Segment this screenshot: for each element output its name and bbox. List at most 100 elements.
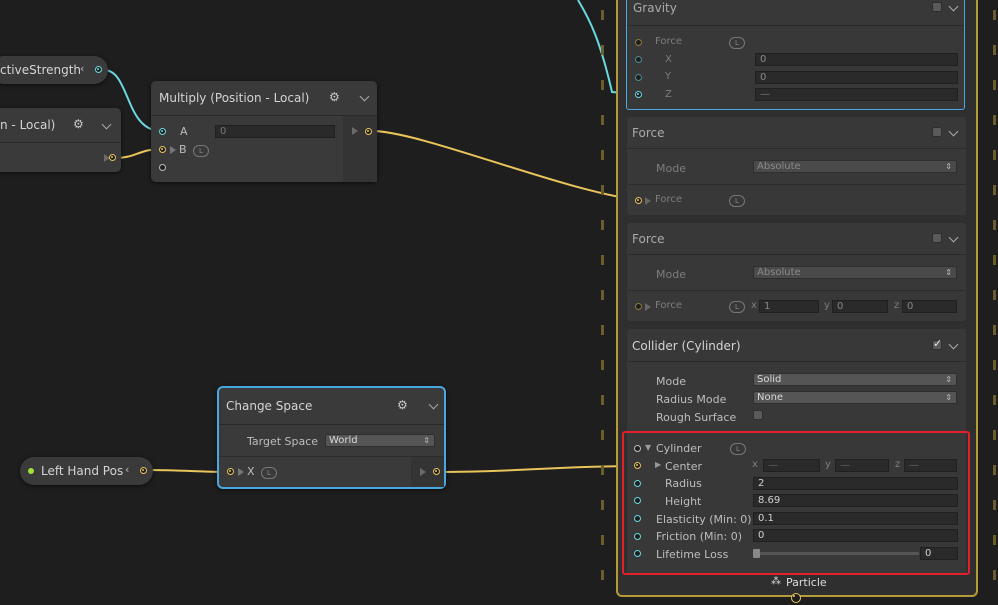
input-port-force[interactable] [635, 303, 642, 310]
change-space-node[interactable]: Change Space ⚙ Target Space World ⇕ X L [217, 386, 446, 489]
y-field[interactable]: 0 [832, 300, 888, 313]
elasticity-label: Elasticity (Min: 0) [656, 513, 752, 526]
gravity-block[interactable]: Gravity Force L X 0 Y 0 Z — [626, 0, 965, 110]
mode-dropdown[interactable]: Absolute ⇕ [753, 160, 957, 173]
z-field[interactable]: 0 [902, 300, 957, 313]
force-block-2[interactable]: Force Mode Absolute ⇕ Force L x 1 y 0 z … [627, 223, 966, 321]
height-field[interactable]: 8.69 [753, 494, 958, 507]
local-space-badge[interactable]: L [193, 145, 209, 157]
gear-icon[interactable]: ⚙ [329, 90, 340, 104]
mode-label: Mode [656, 268, 686, 281]
target-space-label: Target Space [247, 435, 319, 448]
radius-label: Radius [665, 477, 702, 490]
input-port-force[interactable] [635, 39, 642, 46]
position-local-node[interactable]: n - Local) ⚙ [0, 108, 121, 172]
enable-checkbox-checked[interactable]: ✓ [932, 337, 943, 350]
rough-surface-checkbox[interactable] [753, 410, 763, 420]
z-label: Z [665, 89, 672, 100]
collapse-arrow-icon[interactable]: ▼ [645, 443, 651, 452]
input-port-center[interactable] [634, 462, 641, 469]
local-space-badge[interactable]: L [729, 301, 745, 313]
center-z-label: z [895, 459, 901, 470]
expand-arrow-icon[interactable] [645, 303, 651, 311]
chevron-left-icon[interactable]: ‹ [80, 62, 84, 75]
input-port-force[interactable] [635, 197, 642, 204]
center-x-field[interactable]: — [763, 459, 820, 472]
y-label: Y [665, 71, 672, 82]
lifetime-loss-slider-track[interactable] [753, 552, 919, 555]
input-port-cylinder[interactable] [634, 445, 641, 452]
expand-arrow-icon[interactable] [352, 127, 358, 135]
input-port-a[interactable] [159, 128, 166, 135]
gear-icon[interactable]: ⚙ [397, 398, 408, 412]
x-field[interactable]: 1 [759, 300, 819, 313]
output-port[interactable] [365, 128, 372, 135]
x-label: X [665, 54, 672, 65]
x-label: x [751, 300, 757, 311]
input-port-height[interactable] [634, 497, 641, 504]
chevron-left-icon[interactable]: ‹ [125, 463, 129, 476]
output-port[interactable] [109, 154, 116, 161]
y-field[interactable]: 0 [755, 71, 958, 84]
input-x-label: X [247, 465, 255, 478]
local-space-badge[interactable]: L [729, 195, 745, 207]
expand-arrow-icon[interactable] [170, 146, 176, 154]
reactive-strength-node[interactable]: ctiveStrength ‹ [0, 56, 108, 84]
mode-dropdown[interactable]: Absolute ⇕ [753, 266, 957, 279]
checkmark-icon: ✓ [933, 337, 943, 350]
height-label: Height [665, 495, 702, 508]
input-a-field[interactable]: 0 [215, 125, 335, 138]
input-port-elasticity[interactable] [634, 515, 641, 522]
output-port[interactable] [140, 467, 147, 474]
mode-dropdown[interactable]: Solid ⇕ [753, 373, 957, 386]
left-hand-pos-node[interactable]: Left Hand Pos ‹ [20, 457, 153, 485]
local-space-badge[interactable]: L [730, 443, 746, 455]
particle-icon: ⁂ [771, 576, 781, 587]
elasticity-field[interactable]: 0.1 [753, 512, 958, 525]
radius-mode-dropdown[interactable]: None ⇕ [753, 391, 957, 404]
local-space-badge[interactable]: L [261, 467, 277, 479]
output-port[interactable] [433, 468, 440, 475]
force-label: Force [655, 194, 683, 205]
force-label: Force [655, 36, 683, 47]
enable-checkbox[interactable] [932, 127, 942, 137]
input-port-y[interactable] [635, 74, 642, 81]
input-b-label: B [179, 143, 187, 156]
input-port-b[interactable] [159, 146, 166, 153]
lifetime-loss-field[interactable]: 0 [920, 547, 958, 560]
input-port-x[interactable] [227, 468, 234, 475]
center-label: Center [665, 460, 703, 473]
x-field[interactable]: 0 [755, 53, 958, 66]
input-port-lifetime-loss[interactable] [634, 550, 641, 557]
enable-checkbox[interactable] [932, 233, 942, 243]
node-title: Left Hand Pos [41, 464, 124, 478]
center-z-field[interactable]: — [904, 459, 957, 472]
gear-icon[interactable]: ⚙ [73, 117, 84, 131]
block-title: Force [632, 126, 665, 140]
local-space-badge[interactable]: L [729, 37, 745, 49]
expand-arrow-icon[interactable]: ▶ [655, 460, 661, 469]
friction-field[interactable]: 0 [753, 529, 958, 542]
input-port-z[interactable] [635, 91, 642, 98]
input-port-empty[interactable] [159, 164, 166, 171]
output-port[interactable] [95, 66, 102, 73]
lifetime-loss-slider-handle[interactable] [753, 549, 760, 558]
input-port-radius[interactable] [634, 480, 641, 487]
rough-surface-label: Rough Surface [656, 411, 737, 424]
expand-arrow-icon[interactable] [420, 468, 426, 476]
input-port-x[interactable] [635, 56, 642, 63]
multiply-node[interactable]: Multiply (Position - Local) ⚙ A 0 B L [151, 81, 377, 182]
dropdown-arrow-icon: ⇕ [945, 268, 952, 277]
radius-field[interactable]: 2 [753, 477, 958, 490]
enable-checkbox[interactable] [932, 2, 942, 12]
center-y-field[interactable]: — [835, 459, 889, 472]
target-space-dropdown[interactable]: World ⇕ [325, 434, 435, 447]
context-footer-label: Particle [786, 576, 827, 589]
flow-output-port[interactable] [791, 593, 801, 603]
divider [627, 290, 966, 291]
expand-arrow-icon[interactable] [645, 197, 651, 205]
force-block-1[interactable]: Force Mode Absolute ⇕ Force L [627, 117, 966, 215]
z-field[interactable]: — [755, 88, 958, 101]
expand-arrow-icon[interactable] [238, 468, 244, 476]
input-port-friction[interactable] [634, 533, 641, 540]
